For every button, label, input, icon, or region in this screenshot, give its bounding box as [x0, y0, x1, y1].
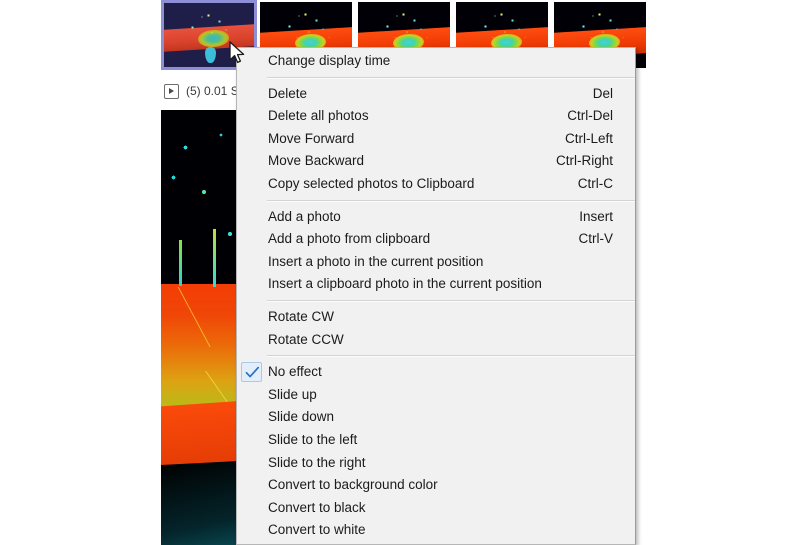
menu-item-shortcut: Ctrl-Left [564, 130, 613, 146]
menu-item-slide-to-the-right[interactable]: Slide to the right [237, 452, 635, 475]
menu-item-slide-to-the-left[interactable]: Slide to the left [237, 429, 635, 452]
menu-item-insert-a-clipboard-photo-in-the-current-position[interactable]: Insert a clipboard photo in the current … [237, 273, 635, 296]
menu-separator [267, 299, 635, 302]
menu-item-add-a-photo-from-clipboard[interactable]: Add a photo from clipboard Ctrl-V [237, 228, 635, 251]
thumbnail-spray [187, 11, 235, 38]
application-window: (5) 0.01 S Change display time Delete Del D… [0, 0, 800, 545]
menu-item-label: Insert a photo in the current position [268, 253, 484, 269]
menu-item-convert-to-black[interactable]: Convert to black [237, 497, 635, 520]
menu-item-label: Move Backward [268, 153, 365, 169]
menu-item-shortcut: Ctrl-Del [567, 108, 613, 124]
menu-item-delete-all-photos[interactable]: Delete all photos Ctrl-Del [237, 105, 635, 128]
thumbnail-spray [381, 11, 430, 38]
thumbnail-spray [479, 11, 528, 38]
menu-item-label: Convert to white [268, 522, 366, 538]
photo-context-menu[interactable]: Change display time Delete Del Delete all p… [236, 47, 636, 545]
menu-item-rotate-cw[interactable]: Rotate CW [237, 306, 635, 329]
thumbnail-spray [283, 11, 332, 38]
thumbnail-spray [577, 11, 626, 38]
menu-item-move-backward[interactable]: Move Backward Ctrl-Right [237, 150, 635, 173]
menu-item-shortcut: Ctrl-Right [555, 153, 613, 169]
menu-item-label: Convert to background color [268, 477, 438, 493]
menu-item-label: Slide down [268, 409, 335, 425]
menu-item-label: Delete all photos [268, 108, 369, 124]
menu-item-shortcut: Insert [579, 208, 613, 224]
menu-item-label: Slide up [268, 386, 317, 402]
menu-item-label: No effect [268, 364, 322, 380]
menu-item-copy-selected-photos-to-clipboard[interactable]: Copy selected photos to Clipboard Ctrl-C [237, 173, 635, 196]
menu-item-label: Rotate CW [268, 308, 335, 324]
menu-item-convert-to-white[interactable]: Convert to white [237, 519, 635, 542]
menu-separator [267, 76, 635, 79]
menu-item-label: Insert a clipboard photo in the current … [268, 276, 542, 292]
menu-item-label: Move Forward [268, 130, 355, 146]
menu-item-label: Change display time [268, 53, 391, 68]
menu-item-delete[interactable]: Delete Del [237, 83, 635, 106]
menu-item-slide-up[interactable]: Slide up [237, 384, 635, 407]
menu-item-add-a-photo[interactable]: Add a photo Insert [237, 206, 635, 229]
menu-item-shortcut: Ctrl-C [577, 175, 613, 191]
check-icon [241, 362, 262, 383]
menu-item-label: Convert to black [268, 499, 366, 515]
menu-item-convert-to-background-color[interactable]: Convert to background color [237, 474, 635, 497]
menu-item-insert-a-photo-in-the-current-position[interactable]: Insert a photo in the current position [237, 251, 635, 274]
menu-item-no-effect[interactable]: No effect [237, 361, 635, 384]
menu-item-label: Slide to the left [268, 431, 358, 447]
menu-item-slide-down[interactable]: Slide down [237, 406, 635, 429]
menu-item-shortcut: Ctrl-V [578, 231, 614, 247]
menu-item-move-forward[interactable]: Move Forward Ctrl-Left [237, 128, 635, 151]
menu-item-label: Slide to the right [268, 454, 366, 470]
menu-item-label: Delete [268, 85, 308, 101]
menu-separator [267, 199, 635, 202]
play-icon[interactable] [164, 83, 179, 99]
menu-separator [267, 355, 635, 358]
menu-item-shortcut: Del [592, 85, 613, 101]
menu-item-label: Rotate CCW [268, 331, 344, 347]
menu-item-label: Copy selected photos to Clipboard [268, 175, 475, 191]
menu-item-rotate-ccw[interactable]: Rotate CCW [237, 329, 635, 352]
menu-item-label: Add a photo [268, 208, 341, 224]
menu-item-change-display-time[interactable]: Change display time [237, 50, 635, 73]
menu-item-label: Add a photo from clipboard [268, 231, 431, 247]
display-time-label: (5) 0.01 S [186, 84, 239, 98]
